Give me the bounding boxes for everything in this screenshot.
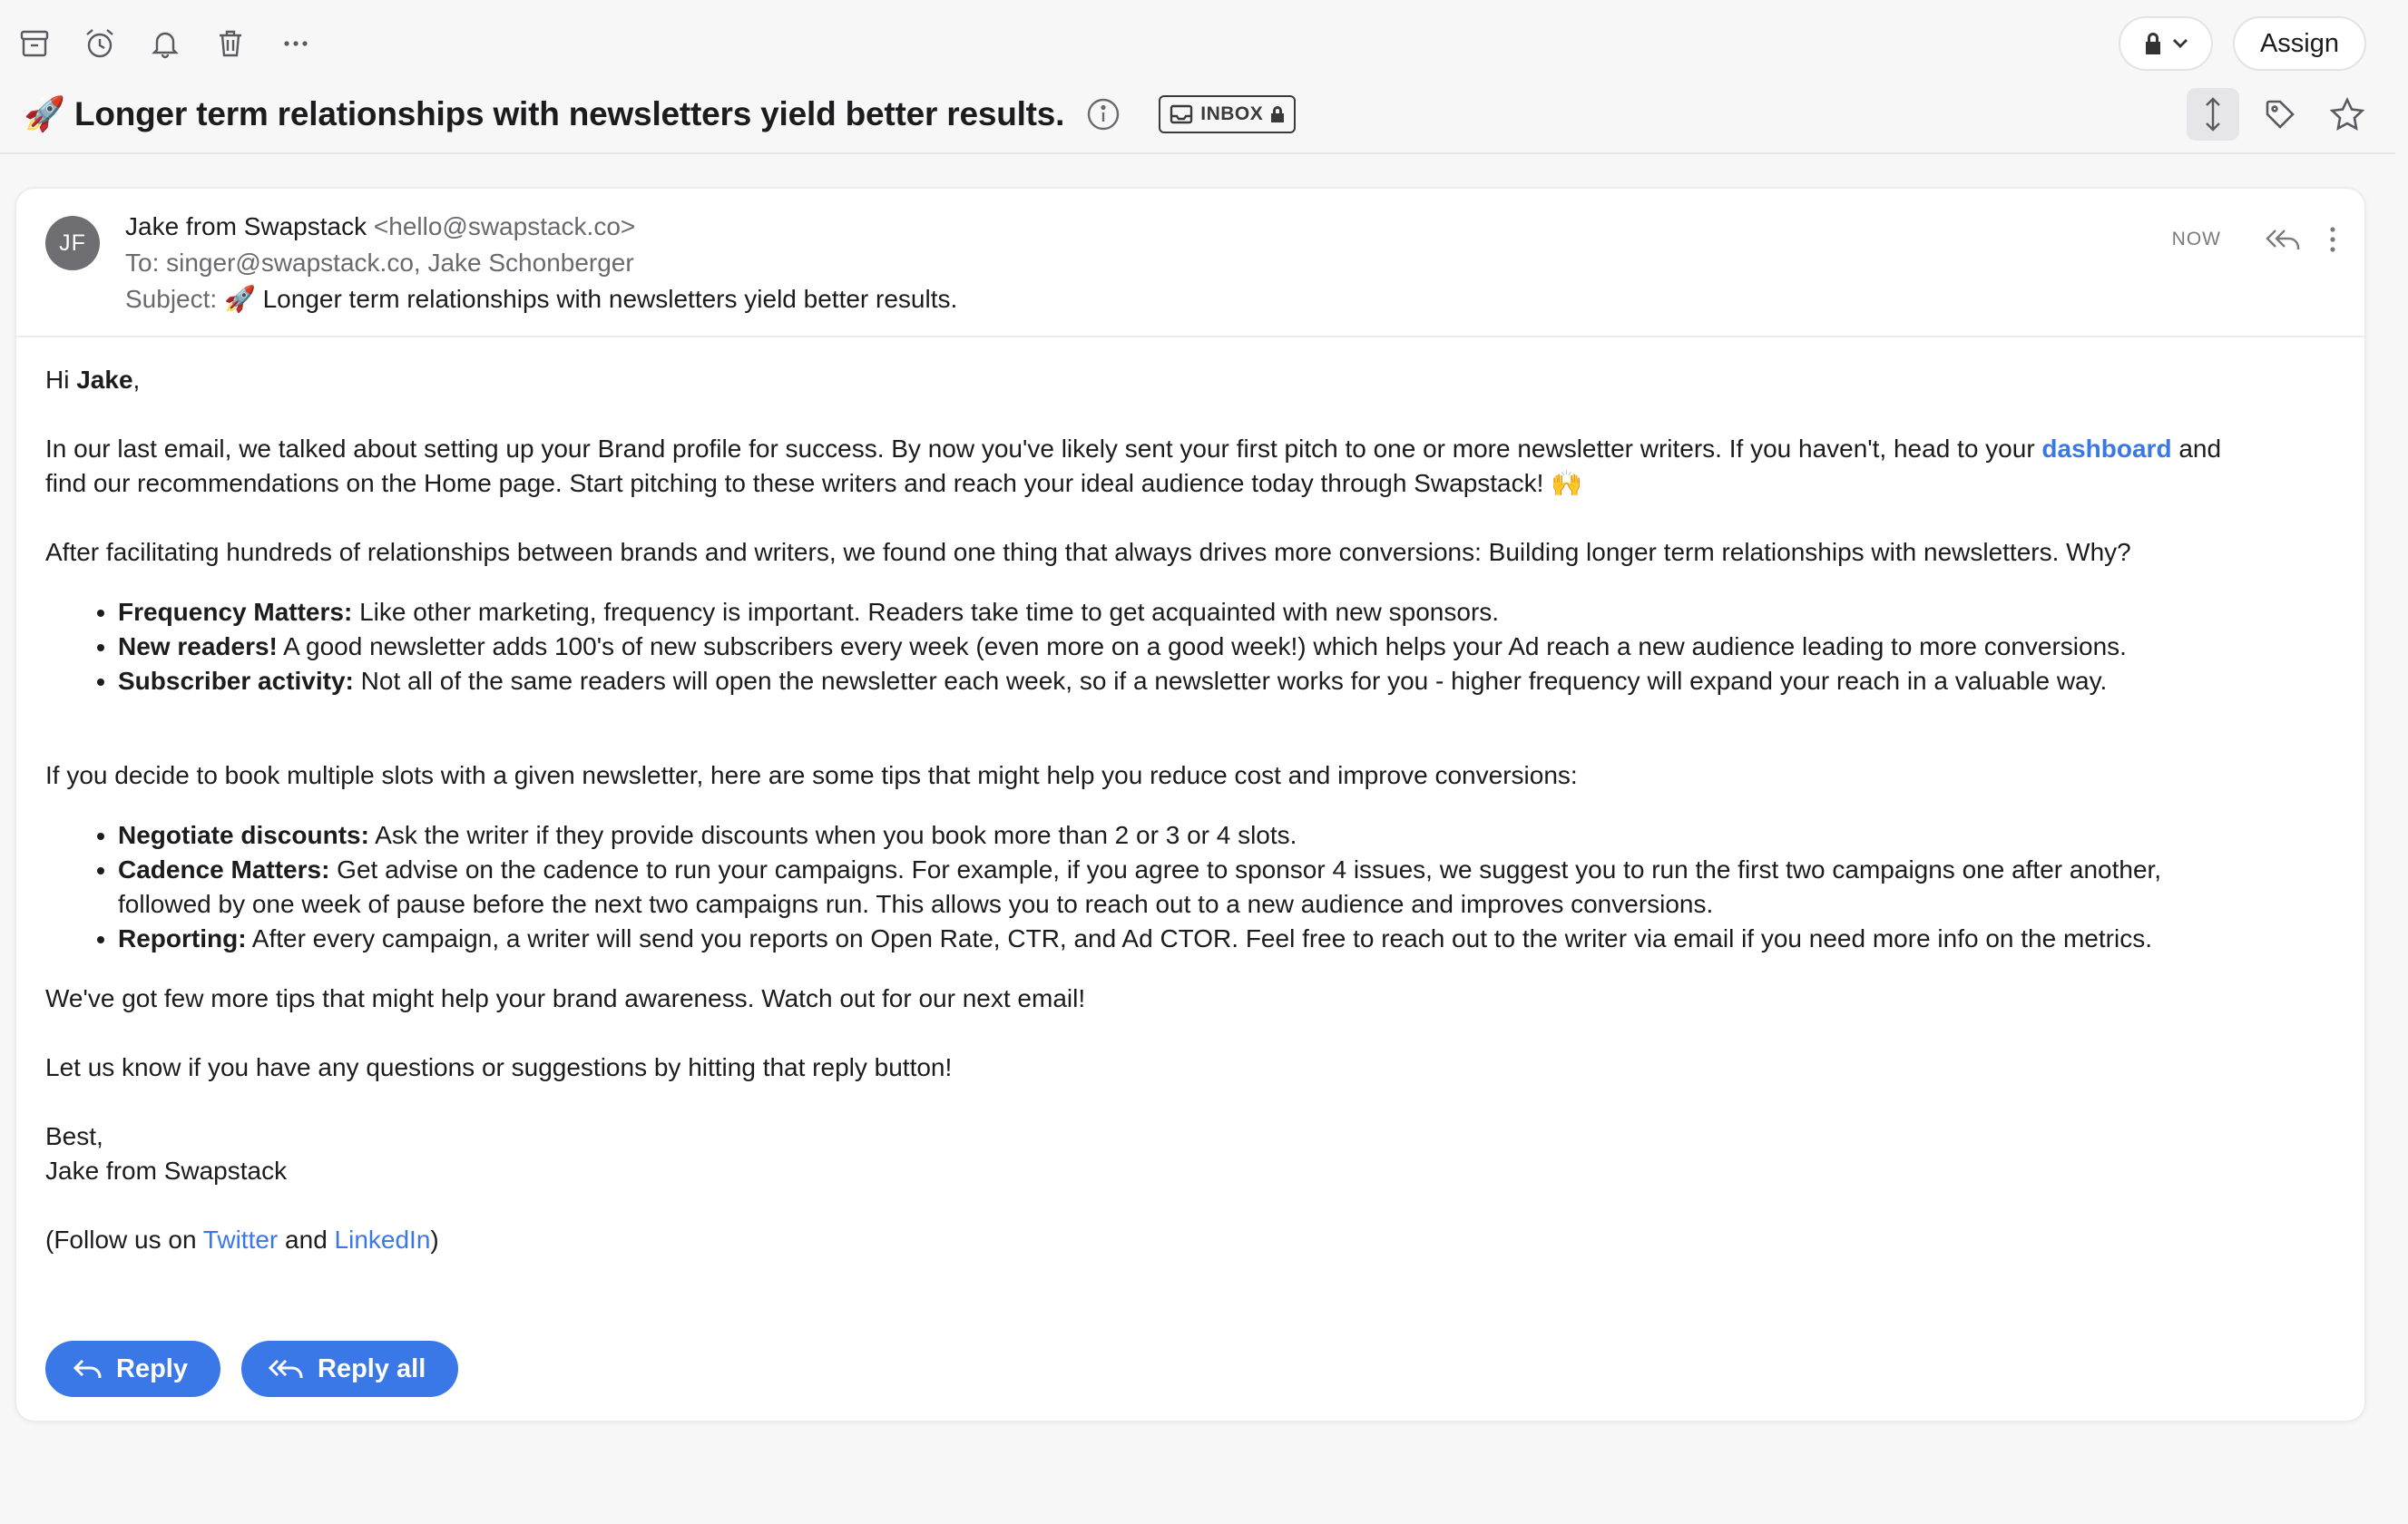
- email-title-row: 🚀 Longer term relationships with newslet…: [24, 87, 1297, 142]
- follow-line: (Follow us on Twitter and LinkedIn): [45, 1223, 2341, 1257]
- list-item: Subscriber activity: Not all of the same…: [118, 664, 2341, 698]
- list-item: Cadence Matters: Get advise on the caden…: [118, 853, 2205, 922]
- message-body: Hi Jake, In our last email, we talked ab…: [45, 363, 2341, 1257]
- dashboard-link[interactable]: dashboard: [2041, 435, 2171, 463]
- paragraph-5: Let us know if you have any questions or…: [45, 1053, 953, 1081]
- toolbar-right: Assign: [2118, 16, 2366, 71]
- signature: Jake from Swapstack: [45, 1157, 288, 1185]
- inbox-icon: [1170, 104, 1193, 124]
- lock-icon: [1270, 105, 1285, 123]
- list-item-title: Negotiate discounts:: [118, 821, 369, 849]
- list-item-title: Subscriber activity:: [118, 667, 354, 695]
- subject-prefix: Subject:: [125, 285, 218, 313]
- lock-icon: [2142, 31, 2164, 56]
- info-icon[interactable]: [1086, 97, 1121, 132]
- list-item-title: Cadence Matters:: [118, 855, 330, 884]
- list-item-title: Frequency Matters:: [118, 598, 353, 626]
- reply-icon: [73, 1357, 103, 1381]
- list-item: Frequency Matters: Like other marketing,…: [118, 595, 2341, 630]
- list-item-text: After every campaign, a writer will send…: [246, 924, 2152, 952]
- list-item-title: Reporting:: [118, 924, 247, 952]
- twitter-link[interactable]: Twitter: [203, 1226, 278, 1254]
- more-vertical-icon[interactable]: [2328, 225, 2337, 254]
- email-message-card: JF Jake from Swapstack <hello@swapstack.…: [15, 187, 2366, 1422]
- sender-address[interactable]: <hello@swapstack.co>: [374, 212, 635, 240]
- from-line: Jake from Swapstack <hello@swapstack.co>: [125, 209, 957, 245]
- chevron-down-icon: [2171, 37, 2189, 50]
- p1-text: In our last email, we talked about setti…: [45, 435, 2042, 463]
- star-icon: [2330, 97, 2364, 132]
- inbox-badge[interactable]: INBOX: [1159, 95, 1297, 133]
- list-item: Negotiate discounts: Ask the writer if t…: [118, 818, 2205, 853]
- expand-collapse-button[interactable]: [2187, 88, 2239, 141]
- paragraph-2: After facilitating hundreds of relations…: [45, 538, 2131, 566]
- paragraph-1-continued: find our recommendations on the Home pag…: [45, 469, 1583, 497]
- list-item-text: Not all of the same readers will open th…: [353, 667, 2108, 695]
- message-meta: Jake from Swapstack <hello@swapstack.co>…: [125, 209, 957, 318]
- greeting: Hi Jake,: [45, 363, 2341, 397]
- paragraph-1: In our last email, we talked about setti…: [45, 432, 2341, 466]
- follow-and: and: [278, 1226, 335, 1254]
- follow-text: (Follow us on: [45, 1226, 203, 1254]
- list-item-text: Get advise on the cadence to run your ca…: [118, 855, 2162, 918]
- archive-icon[interactable]: [13, 22, 56, 65]
- list-item-text: Like other marketing, frequency is impor…: [352, 598, 1500, 626]
- list-item-text: Ask the writer if they provide discounts…: [368, 821, 1297, 849]
- greeting-name: Jake: [76, 366, 133, 394]
- assign-button[interactable]: Assign: [2232, 16, 2366, 71]
- follow-close: ): [430, 1226, 439, 1254]
- subject-line: Subject: 🚀 Longer term relationships wit…: [125, 281, 957, 318]
- reply-all-icon[interactable]: [2265, 226, 2303, 253]
- list-item-title: New readers!: [118, 632, 278, 660]
- message-actions: NOW: [2172, 225, 2337, 254]
- title-actions: [2172, 87, 2374, 142]
- inbox-badge-label: INBOX: [1200, 103, 1264, 124]
- tag-icon: [2264, 98, 2296, 131]
- more-icon[interactable]: [274, 22, 318, 65]
- top-toolbar: Assign: [0, 0, 2408, 87]
- list-item: New readers! A good newsletter adds 100'…: [118, 630, 2341, 664]
- header-divider: [0, 152, 2395, 154]
- email-title: 🚀 Longer term relationships with newslet…: [24, 94, 1065, 132]
- star-button[interactable]: [2321, 88, 2374, 141]
- list-item-text: A good newsletter adds 100's of new subs…: [277, 632, 2127, 660]
- reply-all-label: Reply all: [318, 1353, 426, 1383]
- snooze-icon[interactable]: [78, 22, 122, 65]
- tag-button[interactable]: [2254, 88, 2306, 141]
- privacy-dropdown[interactable]: [2118, 16, 2213, 71]
- expand-vertical-icon: [2200, 95, 2226, 133]
- trash-icon[interactable]: [209, 22, 252, 65]
- linkedin-link[interactable]: LinkedIn: [335, 1226, 431, 1254]
- recipients-line[interactable]: To: singer@swapstack.co, Jake Schonberge…: [125, 245, 957, 281]
- list-item: Reporting: After every campaign, a write…: [118, 922, 2205, 956]
- signoff: Best,: [45, 1122, 103, 1150]
- message-header: JF Jake from Swapstack <hello@swapstack.…: [16, 189, 2364, 337]
- reply-all-icon: [269, 1357, 305, 1381]
- greeting-comma: ,: [132, 366, 141, 394]
- timestamp: NOW: [2171, 229, 2221, 249]
- reply-button[interactable]: Reply: [45, 1341, 220, 1397]
- paragraph-3: If you decide to book multiple slots wit…: [45, 761, 1578, 789]
- tips-list: Negotiate discounts: Ask the writer if t…: [89, 818, 2341, 956]
- bell-icon[interactable]: [143, 22, 187, 65]
- reply-label: Reply: [116, 1353, 188, 1383]
- paragraph-4: We've got few more tips that might help …: [45, 984, 1086, 1012]
- reasons-list: Frequency Matters: Like other marketing,…: [89, 595, 2341, 698]
- sender-name[interactable]: Jake from Swapstack: [125, 212, 367, 240]
- p1-text-tail: and: [2171, 435, 2222, 463]
- greeting-hi: Hi: [45, 366, 77, 394]
- reply-all-button[interactable]: Reply all: [241, 1341, 459, 1397]
- avatar[interactable]: JF: [45, 216, 100, 270]
- subject-text: 🚀 Longer term relationships with newslet…: [223, 285, 958, 313]
